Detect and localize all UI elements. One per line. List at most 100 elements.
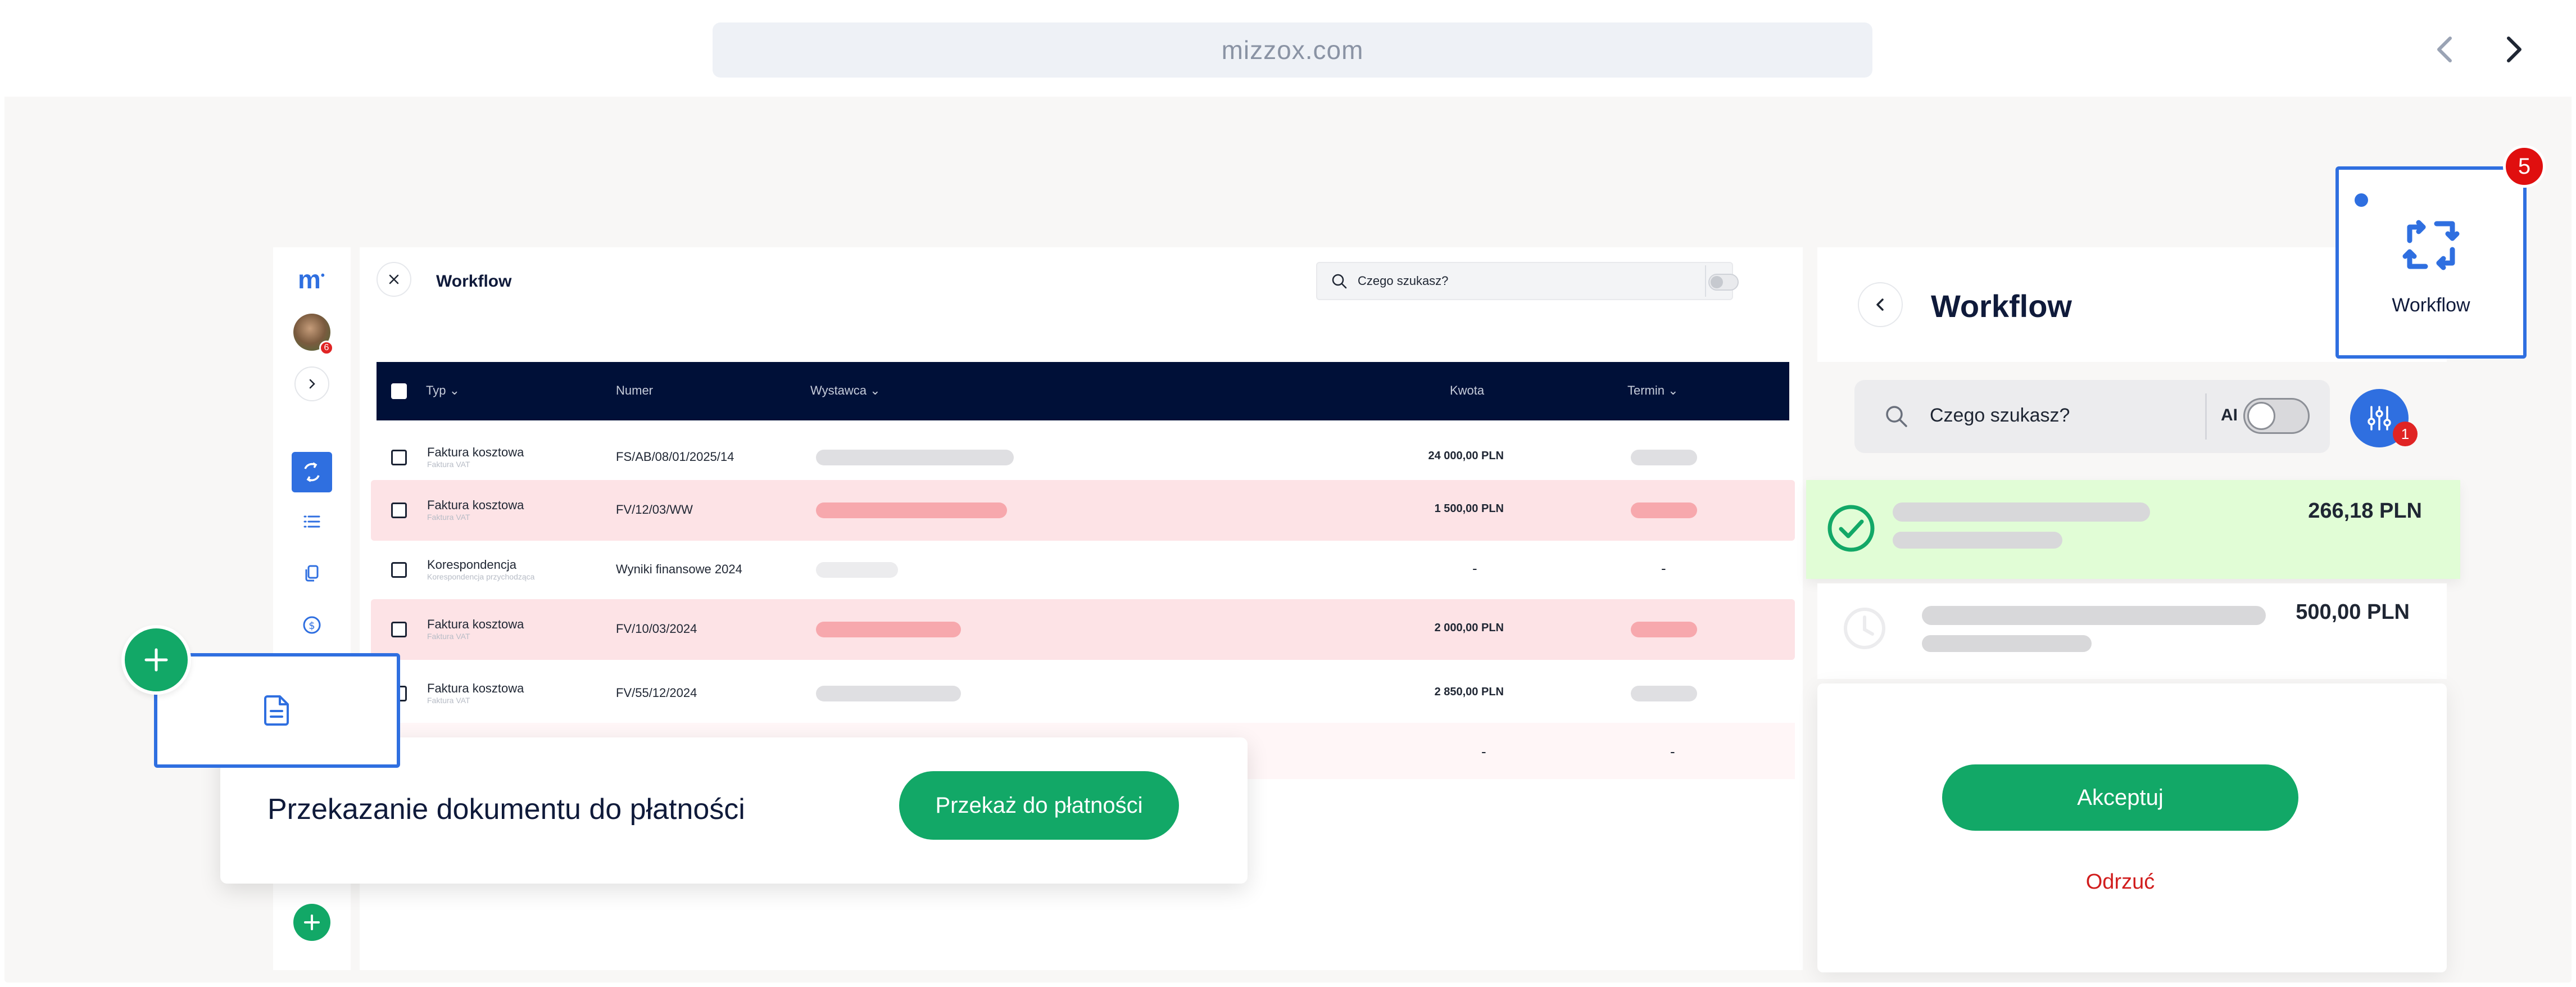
column-header-amount: Kwota — [1450, 383, 1485, 397]
detail-search-input[interactable]: Czego szukasz? AI — [1854, 380, 2330, 453]
search-divider — [1705, 265, 1706, 297]
add-button[interactable] — [293, 904, 330, 941]
row-subtype: Faktura VAT — [427, 632, 470, 641]
document-card[interactable] — [154, 653, 400, 768]
back-arrow-icon[interactable] — [2429, 33, 2462, 66]
back-button[interactable] — [1858, 282, 1903, 327]
issuer-placeholder-bar — [816, 622, 961, 637]
svg-text:$: $ — [309, 620, 315, 632]
payment-amount: 500,00 PLN — [2296, 600, 2410, 624]
active-dot — [2355, 193, 2368, 207]
row-amount: 24 000,00 PLN — [1428, 450, 1504, 462]
row-subtype: Faktura VAT — [427, 513, 470, 522]
row-subtype: Faktura VAT — [427, 460, 470, 469]
payment-item[interactable]: 500,00 PLN — [1817, 583, 2447, 679]
document-icon — [264, 695, 289, 726]
ai-label: AI — [2221, 406, 2238, 424]
row-checkbox[interactable] — [391, 450, 407, 465]
payment-title-placeholder — [1922, 606, 2266, 625]
payment-title-placeholder — [1893, 502, 2150, 522]
row-subtype: Korespondencja przychodząca — [427, 572, 535, 581]
row-type: Faktura kosztowa — [427, 498, 524, 512]
documents-icon[interactable] — [301, 562, 323, 585]
ai-toggle[interactable] — [2243, 398, 2310, 434]
deadline-placeholder-bar — [1631, 622, 1697, 637]
workflow-icon — [2402, 220, 2460, 270]
row-amount: 1 500,00 PLN — [1434, 502, 1504, 515]
row-amount: 2 850,00 PLN — [1434, 686, 1504, 698]
workflow-card-label: Workflow — [2392, 295, 2470, 316]
filter-count-badge: 1 — [2393, 422, 2418, 446]
search-placeholder: Czego szukasz? — [1930, 405, 2070, 426]
row-checkbox[interactable] — [391, 562, 407, 578]
deadline-placeholder-bar — [1631, 450, 1697, 465]
search-icon — [1332, 274, 1347, 289]
deadline-placeholder-bar — [1631, 502, 1697, 518]
url-bar[interactable]: mizzox.com — [713, 22, 1872, 78]
sliders-icon — [2368, 406, 2391, 431]
finance-icon[interactable]: $ — [301, 614, 323, 636]
row-deadline: - — [1670, 743, 1675, 760]
table-row[interactable]: Faktura kosztowa Faktura VAT FV/12/03/WW… — [371, 480, 1795, 541]
issuer-placeholder-bar — [816, 450, 1014, 465]
plus-icon — [144, 648, 168, 672]
close-button[interactable] — [377, 262, 411, 297]
close-icon — [389, 274, 399, 284]
search-icon — [1886, 406, 1907, 427]
row-checkbox[interactable] — [391, 502, 407, 518]
search-input[interactable]: Czego szukasz? AI — [1316, 262, 1733, 300]
sidebar-item-workflow[interactable] — [292, 452, 332, 492]
search-placeholder: Czego szukasz? — [1358, 274, 1449, 288]
ai-toggle-switch[interactable] — [1708, 274, 1739, 291]
row-number: FV/12/03/WW — [616, 502, 693, 517]
payment-subtitle-placeholder — [1922, 635, 2092, 652]
table-header: Typ ⌄ Numer Wystawca ⌄ Kwota Termin ⌄ — [377, 362, 1789, 420]
row-amount: - — [1481, 743, 1486, 760]
notification-badge: 5 — [2503, 145, 2546, 188]
payment-item[interactable]: 266,18 PLN — [1806, 480, 2460, 579]
workflow-icon — [304, 462, 320, 482]
add-document-button[interactable] — [121, 625, 191, 695]
table-row[interactable]: Faktura kosztowa Faktura VAT FV/55/12/20… — [371, 663, 1795, 724]
row-amount: 2 000,00 PLN — [1434, 622, 1504, 634]
row-checkbox[interactable] — [391, 622, 407, 637]
row-type: Faktura kosztowa — [427, 681, 524, 695]
accept-button[interactable]: Akceptuj — [1942, 764, 2298, 831]
reject-button[interactable]: Odrzuć — [2028, 870, 2213, 904]
check-circle-icon — [1827, 505, 1875, 552]
list-icon[interactable] — [301, 510, 323, 533]
transfer-description: Przekazanie dokumentu do płatności — [267, 793, 745, 826]
issuer-placeholder-bar — [816, 686, 961, 701]
table-row[interactable]: Faktura kosztowa Faktura VAT FV/10/03/20… — [371, 599, 1795, 660]
column-header-deadline[interactable]: Termin ⌄ — [1627, 383, 1679, 398]
table-row[interactable]: Faktura kosztowa Faktura VAT FS/AB/08/01… — [371, 427, 1795, 488]
workflow-card[interactable]: Workflow — [2335, 166, 2527, 359]
deadline-placeholder-bar — [1631, 686, 1697, 701]
row-number: FS/AB/08/01/2025/14 — [616, 450, 734, 464]
payment-subtitle-placeholder — [1893, 532, 2062, 549]
forward-arrow-icon[interactable] — [2496, 33, 2530, 66]
select-all-checkbox[interactable] — [391, 383, 407, 399]
table-row[interactable]: Korespondencja Korespondencja przychodzą… — [371, 540, 1795, 600]
row-type: Faktura kosztowa — [427, 445, 524, 459]
column-header-issuer[interactable]: Wystawca ⌄ — [810, 383, 881, 398]
page-frame: mizzox.com m• 6 $ Workflow Czego szukasz… — [4, 4, 2572, 983]
page-title: Workflow — [436, 272, 512, 291]
payment-amount: 266,18 PLN — [2308, 499, 2422, 523]
row-number: FV/10/03/2024 — [616, 622, 697, 636]
issuer-placeholder-bar — [816, 502, 1007, 518]
row-deadline: - — [1661, 560, 1666, 577]
expand-sidebar-button[interactable] — [294, 366, 329, 401]
row-number: FV/55/12/2024 — [616, 686, 697, 700]
column-header-type[interactable]: Typ ⌄ — [426, 383, 460, 398]
app-logo[interactable]: m• — [298, 264, 325, 295]
column-header-number: Numer — [616, 383, 654, 397]
clock-icon — [1844, 608, 1885, 649]
transfer-to-payment-button[interactable]: Przekaż do płatności — [899, 771, 1179, 840]
row-amount: - — [1472, 560, 1477, 577]
browser-bar: mizzox.com — [4, 4, 2572, 97]
row-type: Faktura kosztowa — [427, 617, 524, 631]
issuer-placeholder-bar — [816, 562, 898, 578]
ai-toggle-knob — [2247, 402, 2275, 430]
chevron-right-icon — [309, 379, 315, 389]
